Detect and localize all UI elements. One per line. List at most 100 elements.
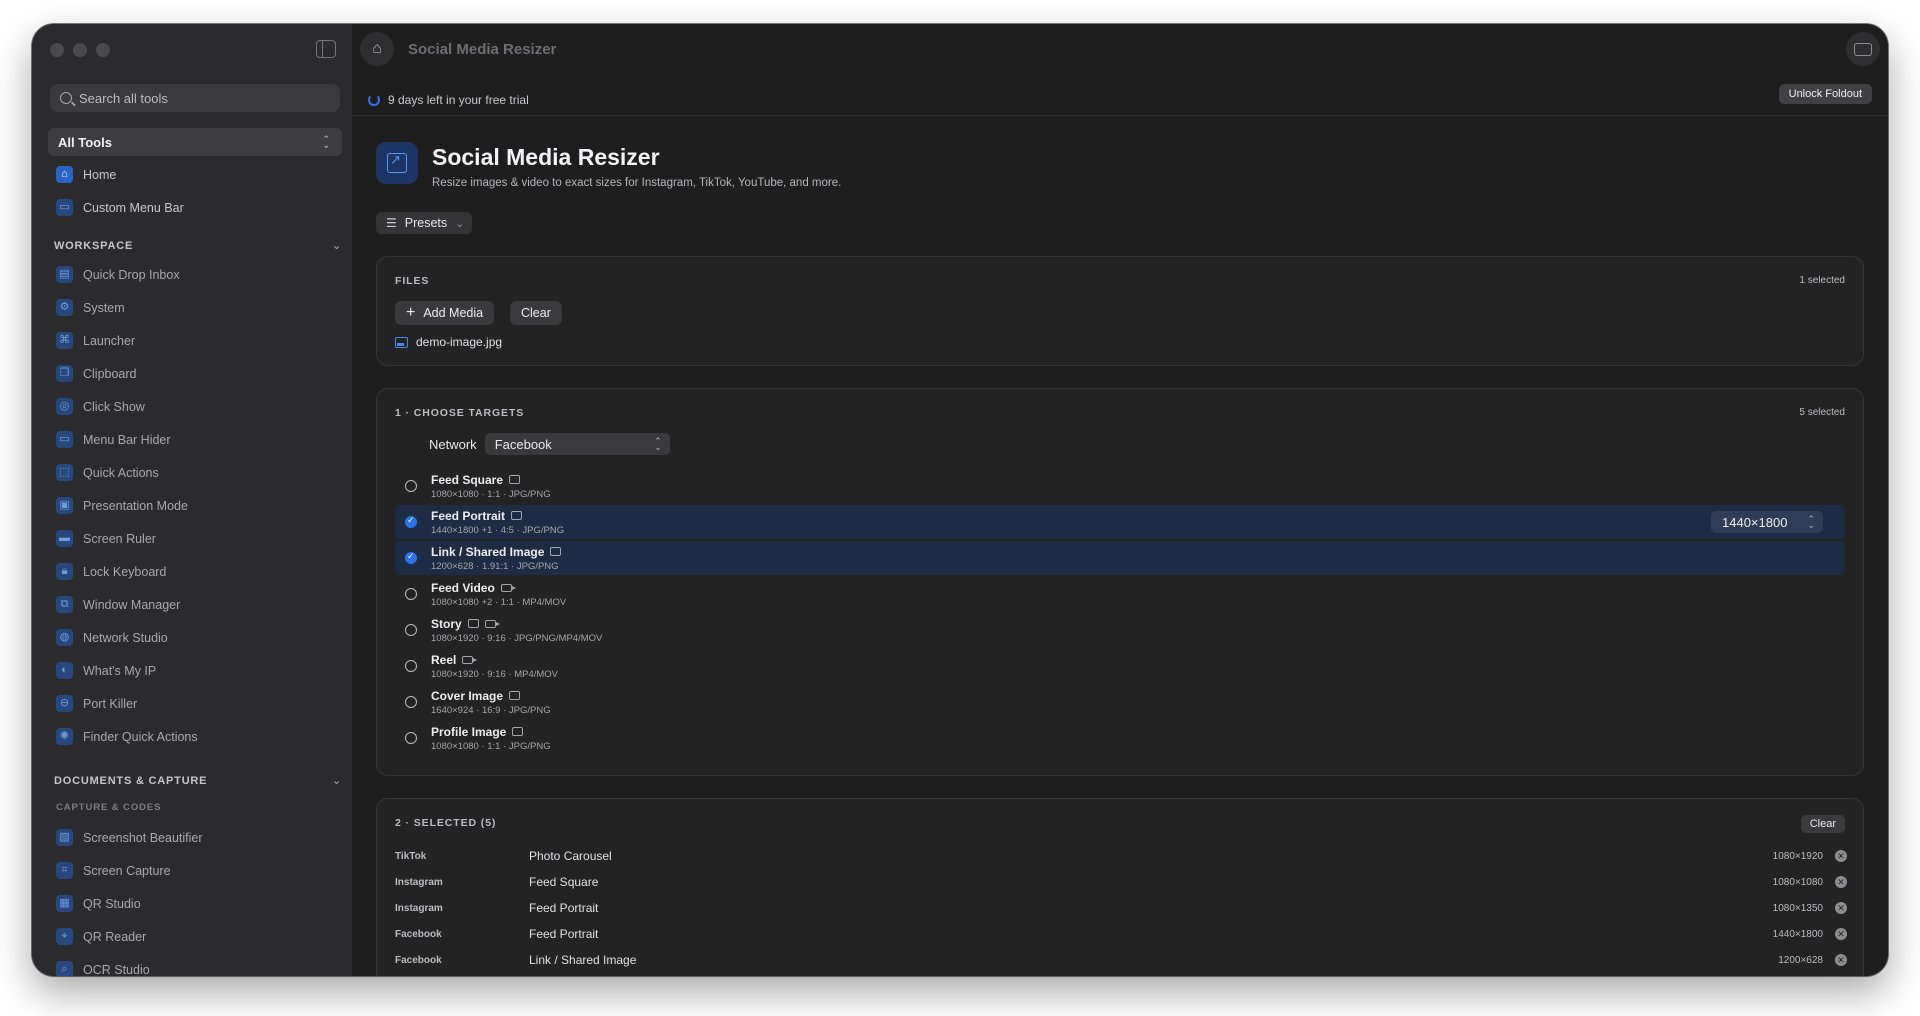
sidebar-item-screen-ruler[interactable]: ▬ Screen Ruler bbox=[32, 522, 352, 555]
remove-icon[interactable]: ✕ bbox=[1835, 954, 1847, 966]
sidebar-item-screenshot-beautifier[interactable]: ▨ Screenshot Beautifier bbox=[32, 821, 352, 854]
clear-files-button[interactable]: Clear bbox=[510, 301, 562, 325]
files-card: FILES 1 selected + Add Media Clear demo-… bbox=[376, 256, 1864, 366]
size-select[interactable]: 1440×1800 ⌃ ⌄ bbox=[1711, 511, 1823, 533]
close-window-button[interactable] bbox=[50, 43, 64, 57]
sidebar-item-port-killer[interactable]: ⊖ Port Killer bbox=[32, 687, 352, 720]
selected-title: 2 · SELECTED (5) bbox=[395, 817, 497, 829]
section-workspace[interactable]: WORKSPACE ⌄ bbox=[32, 224, 352, 258]
target-radio[interactable] bbox=[405, 732, 417, 744]
image-icon bbox=[512, 727, 524, 736]
target-radio[interactable] bbox=[405, 588, 417, 600]
add-media-button[interactable]: + Add Media bbox=[395, 301, 495, 325]
title-bar: ⌂ Social Media Resizer bbox=[352, 24, 1888, 74]
remove-icon[interactable]: ✕ bbox=[1835, 928, 1847, 940]
network-icon: ◍ bbox=[56, 629, 73, 646]
sidebar-item-network-studio[interactable]: ◍ Network Studio bbox=[32, 621, 352, 654]
target-item[interactable]: Cover Image 1640×924 · 16:9 · JPG/PNG bbox=[395, 685, 1845, 719]
cast-icon bbox=[1854, 42, 1872, 56]
sidebar-item-home[interactable]: ⌂ Home bbox=[32, 158, 352, 191]
search-input[interactable] bbox=[79, 90, 329, 106]
image-icon bbox=[509, 475, 521, 484]
target-radio[interactable] bbox=[405, 660, 417, 672]
target-radio[interactable] bbox=[405, 551, 417, 564]
video-icon bbox=[500, 583, 516, 592]
target-item[interactable]: Link / Shared Image 1200×628 · 1.91:1 · … bbox=[395, 541, 1845, 575]
trial-banner: 9 days left in your free trial bbox=[352, 84, 1888, 116]
target-item[interactable]: Reel 1080×1920 · 9:16 · MP4/MOV bbox=[395, 649, 1845, 683]
sidebar-item-custom-menu-bar[interactable]: ▭ Custom Menu Bar bbox=[32, 191, 352, 224]
target-radio[interactable] bbox=[405, 515, 417, 528]
sidebar-item-launcher[interactable]: ⌘ Launcher bbox=[32, 324, 352, 357]
unlock-button[interactable]: Unlock Foldout bbox=[1778, 84, 1872, 104]
sidebar-item-ocr-studio[interactable]: ⌕ OCR Studio bbox=[32, 953, 352, 976]
main-content: ⌂ Social Media Resizer 9 days left in yo… bbox=[352, 24, 1888, 976]
port-icon: ⊖ bbox=[56, 695, 73, 712]
selected-row: Instagram Feed Portrait 1080×1350 ✕ bbox=[395, 895, 1847, 921]
menu-bar-icon: ▭ bbox=[56, 199, 73, 216]
updown-chevron-icon: ⌃ ⌄ bbox=[1807, 514, 1815, 530]
network-row: Network Facebook ⌃ ⌄ bbox=[429, 433, 670, 455]
chevron-down-icon[interactable]: ⌄ bbox=[332, 239, 342, 252]
target-item[interactable]: Feed Square 1080×1080 · 1:1 · JPG/PNG bbox=[395, 469, 1845, 503]
search-box[interactable] bbox=[50, 84, 340, 112]
minimize-window-button[interactable] bbox=[73, 43, 87, 57]
sidebar-item-lock-keyboard[interactable]: 🔒︎ Lock Keyboard bbox=[32, 555, 352, 588]
qr-icon: ▦ bbox=[56, 895, 73, 912]
sidebar-item-window-manager[interactable]: ⧉ Window Manager bbox=[32, 588, 352, 621]
sidebar-item-click-show[interactable]: ◎ Click Show bbox=[32, 390, 352, 423]
sidebar-item-clipboard[interactable]: ❐ Clipboard bbox=[32, 357, 352, 390]
qr-reader-icon: ⌖ bbox=[56, 928, 73, 945]
video-icon bbox=[462, 655, 478, 664]
remove-icon[interactable]: ✕ bbox=[1835, 902, 1847, 914]
remove-icon[interactable]: ✕ bbox=[1835, 850, 1847, 862]
sidebar-item-presentation-mode[interactable]: ▣ Presentation Mode bbox=[32, 489, 352, 522]
target-radio[interactable] bbox=[405, 696, 417, 708]
capture-icon: ⌗ bbox=[56, 862, 73, 879]
clear-selected-button[interactable]: Clear bbox=[1800, 815, 1845, 833]
section-documents-capture[interactable]: DOCUMENTS & CAPTURE ⌄ bbox=[32, 753, 352, 793]
sidebar-item-whats-my-ip[interactable]: ◐ What's My IP bbox=[32, 654, 352, 687]
tool-filter-select[interactable]: All Tools ⌃ ⌄ bbox=[48, 128, 342, 156]
screenshot-icon: ▨ bbox=[56, 829, 73, 846]
sidebar-item-finder-quick-actions[interactable]: ✺ Finder Quick Actions bbox=[32, 720, 352, 753]
target-radio[interactable] bbox=[405, 480, 417, 492]
search-icon bbox=[60, 92, 72, 104]
home-button[interactable]: ⌂ bbox=[360, 32, 394, 66]
sidebar-item-system[interactable]: ⚙ System bbox=[32, 291, 352, 324]
target-radio[interactable] bbox=[405, 624, 417, 636]
updown-chevron-icon: ⌃ ⌄ bbox=[654, 436, 662, 452]
presentation-icon: ▣ bbox=[56, 497, 73, 514]
sidebar-nav[interactable]: ⌂ Home ▭ Custom Menu Bar WORKSPACE ⌄ ▤ Qu… bbox=[32, 158, 352, 976]
target-item[interactable]: Profile Image 1080×1080 · 1:1 · JPG/PNG bbox=[395, 721, 1845, 755]
sidebar-item-quick-drop-inbox[interactable]: ▤ Quick Drop Inbox bbox=[32, 258, 352, 291]
target-item[interactable]: Feed Portrait 1440×1800 +1 · 4:5 · JPG/P… bbox=[395, 505, 1845, 539]
target-item[interactable]: Feed Video 1080×1080 +2 · 1:1 · MP4/MOV bbox=[395, 577, 1845, 611]
chevron-down-icon: ⌄ bbox=[455, 217, 465, 230]
clipboard-icon: ❐ bbox=[56, 365, 73, 382]
sidebar-item-screen-capture[interactable]: ⌗ Screen Capture bbox=[32, 854, 352, 887]
sidebar-item-qr-reader[interactable]: ⌖ QR Reader bbox=[32, 920, 352, 953]
click-icon: ◎ bbox=[56, 398, 73, 415]
window-controls bbox=[50, 43, 110, 57]
presets-menu-button[interactable]: ☰ Presets ⌄ bbox=[376, 212, 473, 234]
sidebar-item-qr-studio[interactable]: ▦ QR Studio bbox=[32, 887, 352, 920]
files-title: FILES bbox=[395, 275, 430, 287]
target-item[interactable]: Story 1080×1920 · 9:16 · JPG/PNG/MP4/MOV bbox=[395, 613, 1845, 647]
selected-row: Instagram Feed Square 1080×1080 ✕ bbox=[395, 869, 1847, 895]
cast-button[interactable] bbox=[1846, 32, 1880, 66]
sidebar-toggle-icon[interactable] bbox=[316, 40, 336, 58]
sidebar-item-quick-actions[interactable]: ⬚ Quick Actions bbox=[32, 456, 352, 489]
image-icon bbox=[509, 691, 521, 700]
inbox-icon: ▤ bbox=[56, 266, 73, 283]
selected-row: Facebook Link / Shared Image 1200×628 ✕ bbox=[395, 947, 1847, 973]
file-item[interactable]: demo-image.jpg bbox=[395, 335, 502, 349]
sidebar-item-menu-bar-hider[interactable]: ▭ Menu Bar Hider bbox=[32, 423, 352, 456]
remove-icon[interactable]: ✕ bbox=[1835, 876, 1847, 888]
zoom-window-button[interactable] bbox=[96, 43, 110, 57]
ocr-icon: ⌕ bbox=[56, 961, 73, 976]
plus-icon: + bbox=[406, 304, 416, 321]
image-icon bbox=[511, 511, 523, 520]
chevron-down-icon[interactable]: ⌄ bbox=[332, 774, 342, 787]
network-select[interactable]: Facebook ⌃ ⌄ bbox=[484, 433, 670, 455]
